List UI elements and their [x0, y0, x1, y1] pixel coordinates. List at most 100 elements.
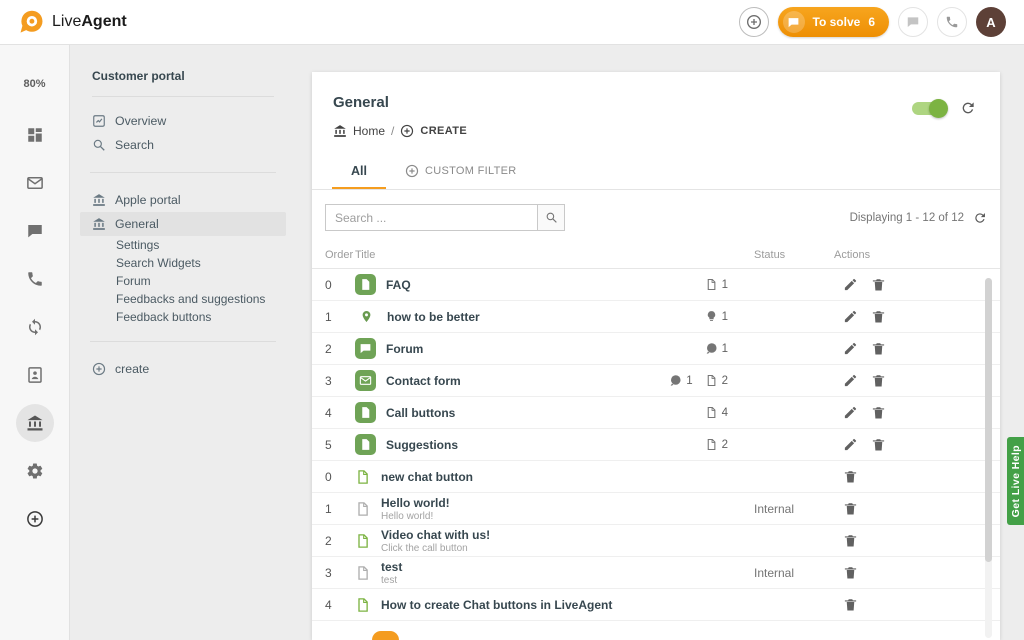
row-title[interactable]: Suggestions: [386, 438, 458, 452]
delete-button[interactable]: [871, 309, 886, 324]
phone-icon: [945, 15, 959, 29]
delete-button[interactable]: [871, 277, 886, 292]
portal-enabled-toggle[interactable]: [912, 102, 946, 115]
search-input[interactable]: [325, 204, 537, 231]
row-counts: 1: [634, 342, 754, 355]
table-row: 2Video chat with us!Click the call butto…: [312, 525, 1000, 557]
delete-button[interactable]: [843, 469, 858, 484]
refresh-list-button[interactable]: [973, 211, 987, 225]
get-live-help-button[interactable]: Get Live Help: [1007, 437, 1024, 525]
refresh-page-button[interactable]: [960, 100, 976, 116]
pencil-icon: [843, 405, 858, 420]
scrollbar-thumb[interactable]: [985, 278, 992, 562]
edit-button[interactable]: [843, 341, 858, 356]
sidebar-item-label: Overview: [115, 114, 166, 128]
sidebar-item-general[interactable]: General: [80, 212, 286, 236]
row-order: 1: [325, 502, 355, 516]
delete-button[interactable]: [843, 501, 858, 516]
col-title: Title: [355, 249, 634, 261]
rail-item-automation[interactable]: [16, 308, 54, 346]
rail-item-chats[interactable]: [16, 212, 54, 250]
row-title[interactable]: FAQ: [386, 278, 411, 292]
delete-button[interactable]: [843, 565, 858, 580]
avatar-initial: A: [986, 15, 995, 30]
tab-custom-filter[interactable]: CUSTOM FILTER: [386, 154, 536, 189]
search-submit-button[interactable]: [537, 204, 565, 231]
breadcrumb: Home / CREATE: [333, 124, 467, 138]
subnav-divider: [90, 172, 276, 173]
row-title[interactable]: How to create Chat buttons in LiveAgent: [381, 598, 612, 612]
row-counts: 4: [634, 406, 754, 419]
sidebar-item-create[interactable]: create: [80, 357, 286, 381]
sidebar-item-feedback-buttons[interactable]: Feedback buttons: [80, 308, 286, 326]
sidebar-item-search-widgets[interactable]: Search Widgets: [80, 254, 286, 272]
calls-topbar-button[interactable]: [937, 7, 967, 37]
breadcrumb-create[interactable]: CREATE: [420, 125, 467, 137]
subnav-groups: OverviewSearchApple portalGeneralSetting…: [92, 109, 274, 381]
sidebar-item-forum[interactable]: Forum: [80, 272, 286, 290]
row-counts: 12: [634, 374, 754, 387]
rail-item-tickets[interactable]: [16, 164, 54, 202]
row-title[interactable]: Call buttons: [386, 406, 455, 420]
rail-item-calls[interactable]: [16, 260, 54, 298]
delete-button[interactable]: [871, 405, 886, 420]
trash-icon: [843, 533, 858, 548]
chats-topbar-button[interactable]: [898, 7, 928, 37]
col-actions: Actions: [834, 249, 987, 261]
table-row: 0new chat button: [312, 461, 1000, 493]
delete-button[interactable]: [871, 437, 886, 452]
rail-item-add[interactable]: [16, 500, 54, 538]
row-title[interactable]: new chat button: [381, 470, 473, 484]
avatar[interactable]: A: [976, 7, 1006, 37]
edit-button[interactable]: [843, 437, 858, 452]
rail-item-customer-portal[interactable]: [16, 404, 54, 442]
quick-add-button[interactable]: [739, 7, 769, 37]
row-counts: 1: [634, 278, 754, 291]
row-title[interactable]: how to be better: [387, 310, 480, 324]
forum-count-icon: [669, 374, 682, 387]
row-title[interactable]: test: [381, 560, 402, 574]
sidebar-item-search[interactable]: Search: [80, 133, 286, 157]
to-solve-button[interactable]: To solve 6: [778, 7, 889, 37]
breadcrumb-home[interactable]: Home: [353, 124, 385, 138]
edit-button[interactable]: [843, 373, 858, 388]
row-title[interactable]: Video chat with us!: [381, 528, 490, 542]
row-title[interactable]: Contact form: [386, 374, 461, 388]
edit-button[interactable]: [843, 309, 858, 324]
row-status: Internal: [754, 566, 834, 580]
delete-button[interactable]: [843, 597, 858, 612]
sidebar-item-label: Feedback buttons: [116, 310, 211, 324]
row-title[interactable]: Forum: [386, 342, 423, 356]
row-subtitle: test: [381, 575, 402, 586]
edit-button[interactable]: [843, 405, 858, 420]
liveagent-logo[interactable]: LiveAgent: [18, 9, 127, 36]
overview-icon: [92, 114, 106, 128]
delete-button[interactable]: [843, 533, 858, 548]
search-icon: [92, 138, 106, 152]
sidebar-item-apple-portal[interactable]: Apple portal: [80, 188, 286, 212]
article-badge-icon: [355, 434, 376, 455]
tab-all[interactable]: All: [332, 154, 386, 189]
row-actions: [834, 597, 987, 612]
sidebar-item-overview[interactable]: Overview: [80, 109, 286, 133]
edit-button[interactable]: [843, 277, 858, 292]
sidebar-item-settings[interactable]: Settings: [80, 236, 286, 254]
row-title-cell: new chat button: [355, 469, 634, 485]
toggle-knob: [929, 99, 948, 118]
table-row: 1how to be better1: [312, 301, 1000, 333]
chat-widget-peek[interactable]: [372, 631, 399, 640]
scrollbar-track: [985, 278, 992, 638]
rail-item-dashboard[interactable]: [16, 116, 54, 154]
row-order: 1: [325, 310, 355, 324]
sidebar-item-feedbacks-and-suggestions[interactable]: Feedbacks and suggestions: [80, 290, 286, 308]
row-title[interactable]: Hello world!: [381, 496, 450, 510]
article-count: 2: [705, 438, 728, 451]
row-actions: [834, 309, 987, 324]
delete-button[interactable]: [871, 341, 886, 356]
rail-item-customers[interactable]: [16, 356, 54, 394]
create-plus-icon: [400, 124, 414, 138]
trash-icon: [871, 405, 886, 420]
rail-item-configuration[interactable]: [16, 452, 54, 490]
delete-button[interactable]: [871, 373, 886, 388]
sidebar-item-label: General: [115, 217, 159, 231]
